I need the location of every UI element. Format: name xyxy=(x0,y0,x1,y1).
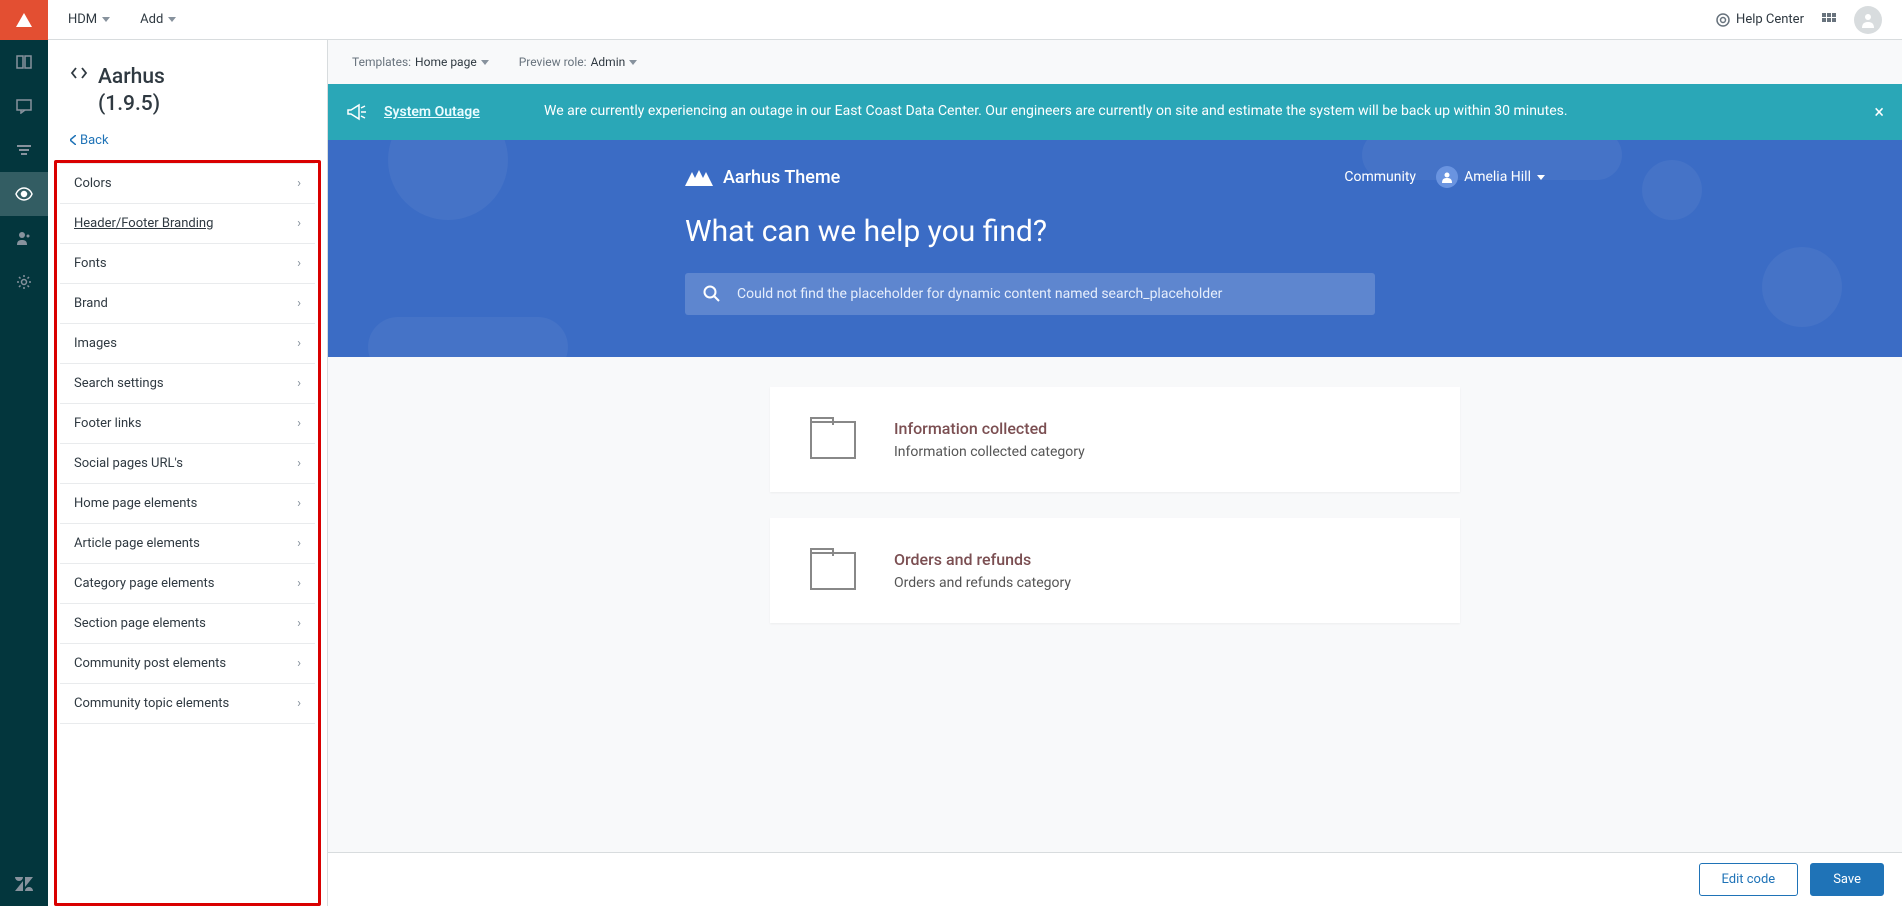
rail-list-icon[interactable] xyxy=(0,128,48,172)
settings-item-section-page[interactable]: Section page elements› xyxy=(60,604,315,644)
search-icon xyxy=(703,285,721,303)
chevron-right-icon: › xyxy=(297,616,301,631)
chevron-right-icon: › xyxy=(297,416,301,431)
hero-brand-label: Aarhus Theme xyxy=(723,167,840,188)
settings-item-community-post[interactable]: Community post elements› xyxy=(60,644,315,684)
top-dropdown-label: Add xyxy=(140,12,163,27)
chevron-right-icon: › xyxy=(297,256,301,271)
rail-comment-icon[interactable] xyxy=(0,84,48,128)
chevron-right-icon: › xyxy=(297,576,301,591)
edit-code-button[interactable]: Edit code xyxy=(1699,863,1799,896)
hero: Aarhus Theme Community Amelia Hill xyxy=(328,140,1902,357)
alert-close-icon[interactable]: × xyxy=(1856,102,1902,123)
action-bar: Edit code Save xyxy=(328,852,1902,906)
apps-grid-icon[interactable] xyxy=(1822,13,1836,27)
settings-item-images[interactable]: Images› xyxy=(60,324,315,364)
chevron-right-icon: › xyxy=(297,336,301,351)
folder-icon xyxy=(810,421,856,459)
chevron-right-icon: › xyxy=(297,176,301,191)
logo-icon[interactable] xyxy=(0,0,48,40)
folder-icon xyxy=(810,552,856,590)
code-icon xyxy=(70,64,88,82)
chevron-down-icon xyxy=(481,60,489,65)
hero-search-input[interactable]: Could not find the placeholder for dynam… xyxy=(685,273,1375,315)
search-placeholder: Could not find the placeholder for dynam… xyxy=(737,286,1222,302)
card-subtitle: Orders and refunds category xyxy=(894,575,1071,591)
card-title: Information collected xyxy=(894,419,1085,438)
top-dropdown-add[interactable]: Add xyxy=(140,12,176,27)
brand-icon xyxy=(685,168,713,186)
help-center-link[interactable]: Help Center xyxy=(1716,12,1804,27)
settings-item-fonts[interactable]: Fonts› xyxy=(60,244,315,284)
chevron-right-icon: › xyxy=(297,656,301,671)
preview-column: Templates: Home page Preview role: Admin xyxy=(328,40,1902,906)
chevron-left-icon xyxy=(70,135,76,145)
settings-item-brand[interactable]: Brand› xyxy=(60,284,315,324)
rail-gear-icon[interactable] xyxy=(0,260,48,304)
settings-item-footer-links[interactable]: Footer links› xyxy=(60,404,315,444)
user-avatar[interactable] xyxy=(1854,6,1882,34)
hero-brand[interactable]: Aarhus Theme xyxy=(685,167,840,188)
hero-user-label: Amelia Hill xyxy=(1464,169,1531,185)
rail-zendesk-icon[interactable] xyxy=(0,862,48,906)
hero-user-menu[interactable]: Amelia Hill xyxy=(1436,166,1545,188)
chevron-right-icon: › xyxy=(297,296,301,311)
settings-item-search[interactable]: Search settings› xyxy=(60,364,315,404)
settings-item-community-topic[interactable]: Community topic elements› xyxy=(60,684,315,724)
chevron-right-icon: › xyxy=(297,376,301,391)
category-card[interactable]: Orders and refunds Orders and refunds ca… xyxy=(770,518,1460,623)
sidebar-title: Aarhus (1.9.5) xyxy=(98,64,165,119)
settings-item-social[interactable]: Social pages URL's› xyxy=(60,444,315,484)
settings-item-home-page[interactable]: Home page elements› xyxy=(60,484,315,524)
chevron-down-icon xyxy=(168,17,176,22)
settings-item-article-page[interactable]: Article page elements› xyxy=(60,524,315,564)
back-label: Back xyxy=(80,133,109,148)
cards-area: Information collected Information collec… xyxy=(328,357,1902,653)
preview-frame: System Outage We are currently experienc… xyxy=(328,84,1902,906)
chevron-right-icon: › xyxy=(297,496,301,511)
back-link[interactable]: Back xyxy=(48,129,327,160)
rail-guide-icon[interactable] xyxy=(0,40,48,84)
chevron-right-icon: › xyxy=(297,536,301,551)
chevron-right-icon: › xyxy=(297,456,301,471)
top-dropdown-label: HDM xyxy=(68,12,97,27)
chevron-right-icon: › xyxy=(297,216,301,231)
settings-item-colors[interactable]: Colors› xyxy=(60,163,315,204)
alert-title[interactable]: System Outage xyxy=(384,104,544,120)
settings-item-category-page[interactable]: Category page elements› xyxy=(60,564,315,604)
megaphone-icon xyxy=(328,84,384,140)
community-link[interactable]: Community xyxy=(1344,169,1416,185)
hero-avatar-icon xyxy=(1436,166,1458,188)
lifebuoy-icon xyxy=(1716,13,1730,27)
top-bar: HDM Add Help Center xyxy=(48,0,1902,40)
top-dropdown-hdm[interactable]: HDM xyxy=(68,12,110,27)
chevron-down-icon xyxy=(1537,175,1545,180)
settings-list: Colors› Header/Footer Branding› Fonts› B… xyxy=(54,160,321,906)
help-center-label: Help Center xyxy=(1736,12,1804,27)
crumb-bar: Templates: Home page Preview role: Admin xyxy=(328,40,1902,84)
sidebar: Aarhus (1.9.5) Back Colors› Header/Foote… xyxy=(48,40,328,906)
chevron-down-icon xyxy=(629,60,637,65)
chevron-down-icon xyxy=(102,17,110,22)
rail-eye-icon[interactable] xyxy=(0,172,48,216)
role-crumb[interactable]: Preview role: Admin xyxy=(519,55,638,69)
alert-banner: System Outage We are currently experienc… xyxy=(328,84,1902,140)
card-title: Orders and refunds xyxy=(894,550,1071,569)
alert-text: We are currently experiencing an outage … xyxy=(544,92,1856,132)
hero-title: What can we help you find? xyxy=(685,214,1545,249)
rail-users-icon[interactable] xyxy=(0,216,48,260)
card-subtitle: Information collected category xyxy=(894,444,1085,460)
settings-item-header-footer[interactable]: Header/Footer Branding› xyxy=(60,204,315,244)
chevron-right-icon: › xyxy=(297,696,301,711)
icon-rail xyxy=(0,0,48,906)
save-button[interactable]: Save xyxy=(1810,863,1884,896)
templates-crumb[interactable]: Templates: Home page xyxy=(352,55,489,69)
category-card[interactable]: Information collected Information collec… xyxy=(770,387,1460,492)
